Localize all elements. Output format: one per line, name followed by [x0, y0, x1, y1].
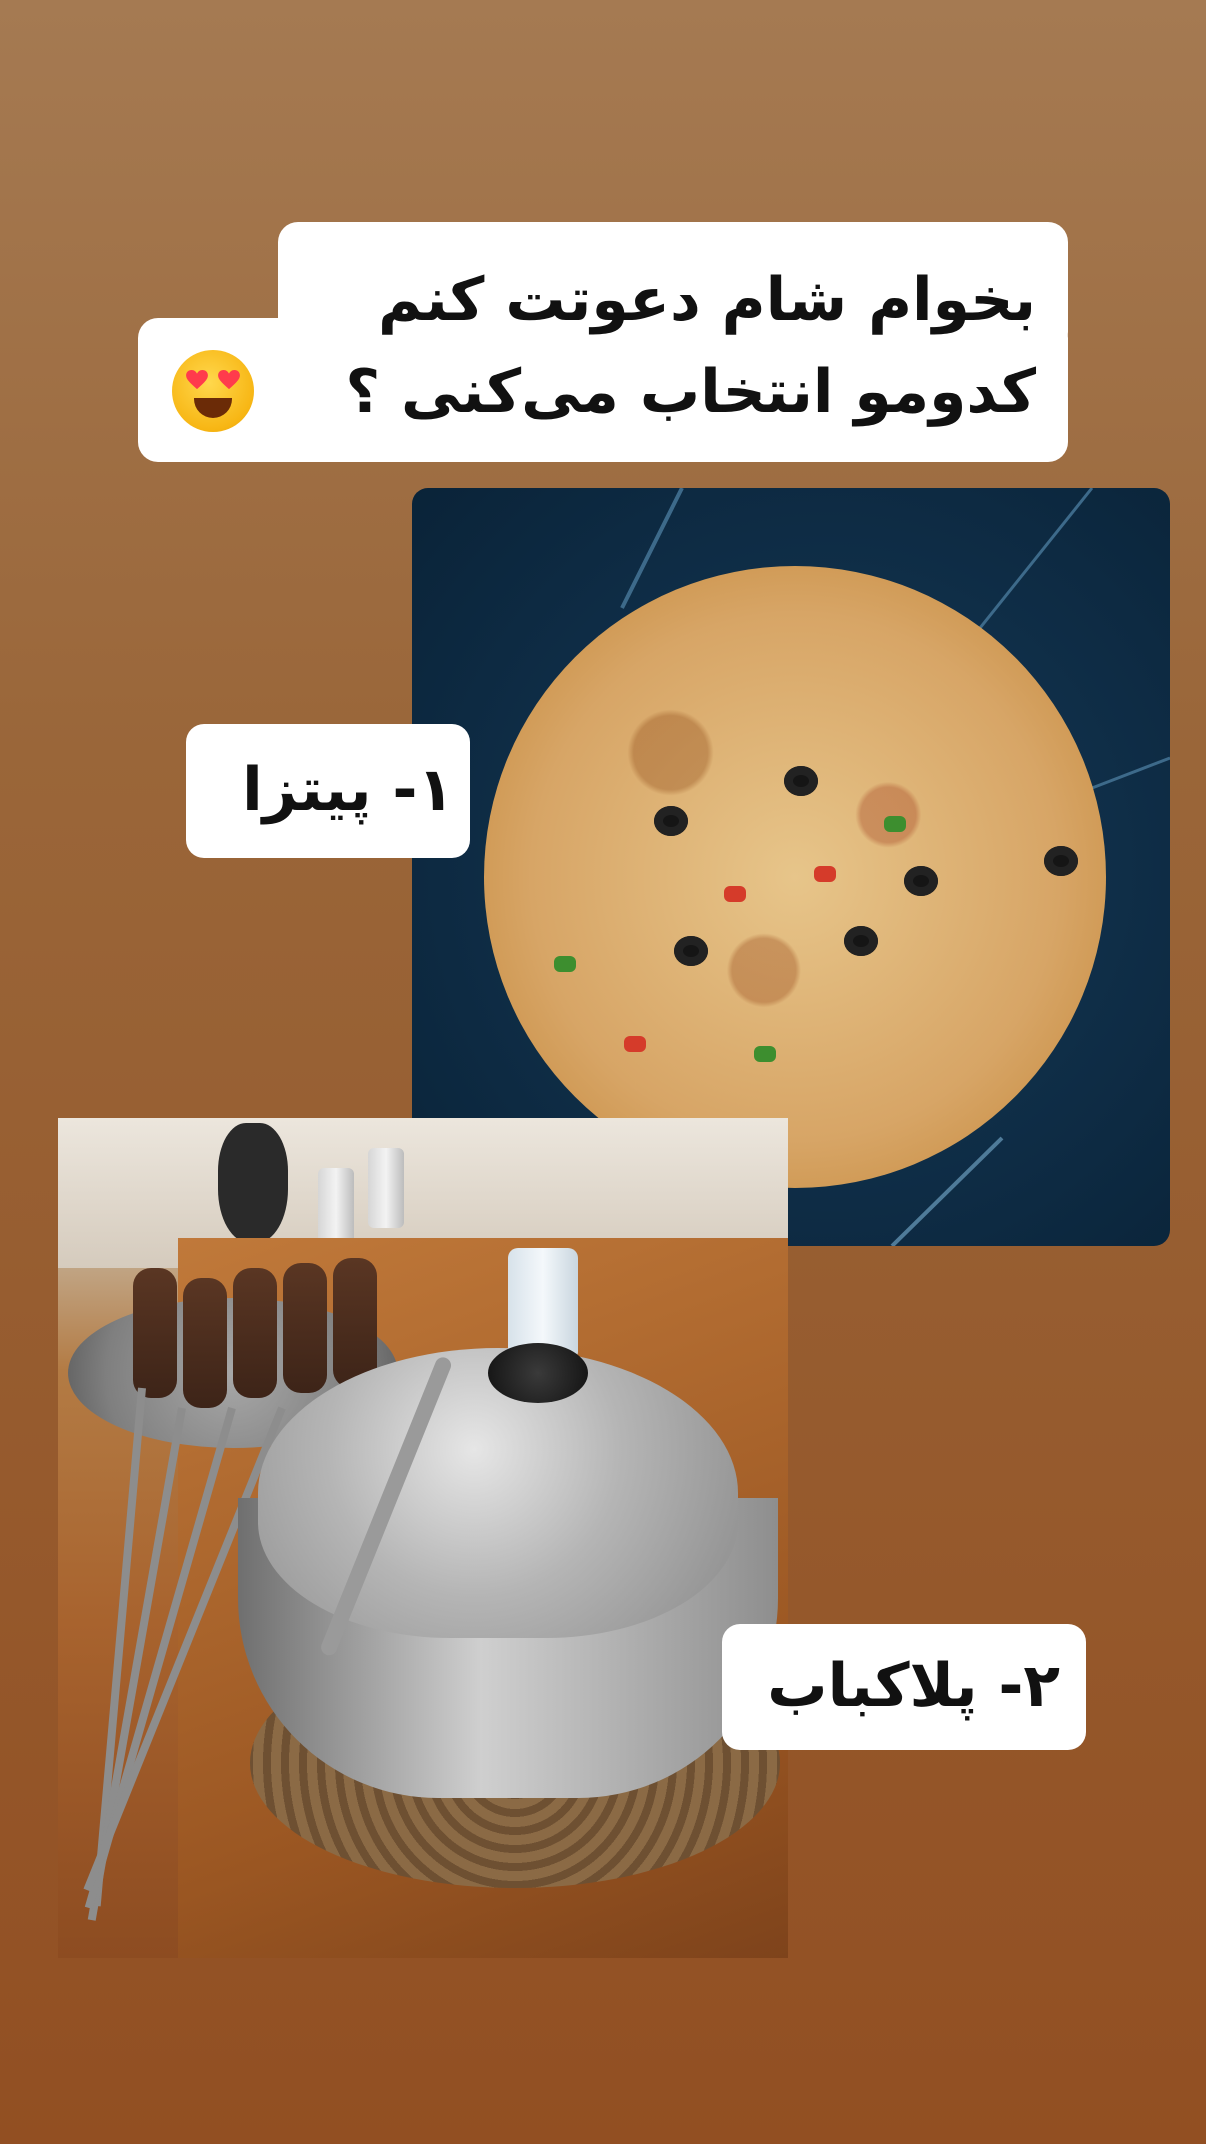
lid-knob [488, 1343, 588, 1403]
pepper-shaker [318, 1168, 354, 1248]
kebab-skewer [283, 1263, 327, 1393]
kebab-photo [58, 1118, 788, 1958]
green-pepper [554, 956, 576, 972]
emoji-mouth [194, 398, 232, 418]
olive [654, 806, 688, 836]
tomato [814, 866, 836, 882]
olive [1044, 846, 1078, 876]
kebab-skewer [183, 1278, 227, 1408]
story-canvas: بخوام شام دعوتت کنم کدومو انتخاب می‌کنی … [0, 0, 1206, 2144]
kebab-skewer [233, 1268, 277, 1398]
olive [674, 936, 708, 966]
green-pepper [884, 816, 906, 832]
heading-line-1: بخوام شام دعوتت کنم [378, 265, 1036, 335]
water-bottle [508, 1248, 578, 1358]
pizza [484, 566, 1106, 1188]
salt-shaker [368, 1148, 404, 1228]
heading-line-2: کدومو انتخاب می‌کنی ؟ [345, 357, 1036, 427]
olive [904, 866, 938, 896]
olive [844, 926, 878, 956]
tomato [724, 886, 746, 902]
green-pepper [754, 1046, 776, 1062]
olive [784, 766, 818, 796]
kebab-skewer [133, 1268, 177, 1398]
tomato [624, 1036, 646, 1052]
kebab-skewer [333, 1258, 377, 1388]
heart-eye-right-icon [218, 370, 240, 390]
option-2-label: ۲- پلاکباب [767, 1651, 1060, 1721]
vase [218, 1123, 288, 1243]
heart-eyes-emoji-icon [172, 350, 254, 432]
heart-eye-left-icon [186, 370, 208, 390]
option-1-label: ۱- پیتزا [242, 755, 454, 825]
